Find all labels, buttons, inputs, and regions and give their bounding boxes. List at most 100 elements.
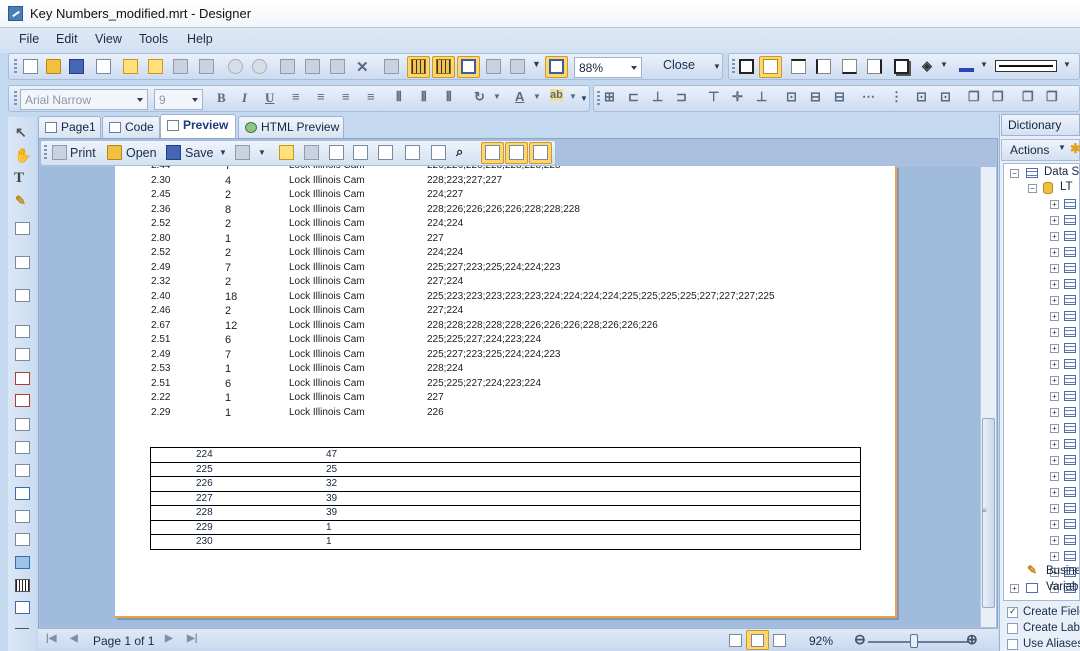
one-page-view-icon[interactable] — [729, 634, 742, 647]
make-same-width-icon[interactable]: ⊟ — [810, 89, 821, 105]
table-icon[interactable] — [1064, 439, 1076, 449]
expand-icon[interactable]: + — [1050, 280, 1059, 289]
align-center-v-icon[interactable]: ✛ — [732, 89, 743, 105]
expand-icon[interactable]: + — [1050, 344, 1059, 353]
select-all-icon[interactable] — [384, 59, 399, 74]
menu-file[interactable]: File — [19, 32, 39, 46]
save-disk-icon[interactable] — [69, 59, 84, 74]
border-top-icon[interactable] — [791, 59, 806, 74]
cross-band-tool-icon[interactable] — [15, 256, 30, 269]
align-right-edge-icon[interactable]: ⊐ — [676, 89, 687, 105]
send-to-back-icon[interactable]: ❐ — [992, 89, 1004, 105]
tree-connection[interactable]: LT — [1060, 181, 1073, 193]
checkbox-tool-icon[interactable] — [15, 510, 30, 523]
align-to-grid-icon[interactable]: ⊞ — [604, 89, 615, 105]
tab-page1[interactable]: Page1 — [38, 116, 101, 138]
align-to-grid-toggle[interactable] — [432, 56, 455, 78]
tab-preview[interactable]: Preview — [160, 114, 236, 139]
dock-dropdown-icon[interactable]: ▼ — [532, 59, 541, 69]
align-center-h-icon[interactable]: ⊥ — [652, 89, 663, 105]
expand-icon[interactable]: + — [1050, 408, 1059, 417]
multiple-pages-toggle[interactable] — [529, 142, 552, 164]
close-button[interactable]: Close — [663, 58, 695, 72]
collapse-icon[interactable]: − — [1010, 169, 1019, 178]
table-icon[interactable] — [1064, 343, 1076, 353]
expand-icon[interactable]: + — [1050, 376, 1059, 385]
delete-icon[interactable]: ✕ — [356, 58, 369, 76]
border-bottom-icon[interactable] — [842, 59, 857, 74]
table-icon[interactable] — [1064, 407, 1076, 417]
table-icon[interactable] — [1064, 247, 1076, 257]
table-icon[interactable] — [1064, 455, 1076, 465]
move-forward-icon[interactable]: ❐ — [1022, 89, 1034, 105]
select-pointer-icon[interactable]: ↖ — [15, 124, 27, 141]
font-color-icon[interactable]: A — [515, 89, 524, 104]
table-icon[interactable] — [1064, 279, 1076, 289]
zoom-in-icon[interactable]: ⊕ — [966, 631, 978, 648]
menu-edit[interactable]: Edit — [56, 32, 78, 46]
table-icon[interactable] — [1064, 487, 1076, 497]
actions-menu-button[interactable]: Actions — [1010, 143, 1049, 157]
print-button[interactable]: Print — [70, 146, 96, 160]
align-bottom-edge-icon[interactable]: ⊥ — [756, 89, 767, 105]
barcode-icon[interactable] — [15, 579, 30, 592]
border-style-dropdown-icon[interactable]: ▼ — [1063, 60, 1071, 69]
single-page-toggle[interactable] — [481, 142, 504, 164]
bold-icon[interactable]: B — [217, 90, 226, 106]
continuous-toggle[interactable] — [505, 142, 528, 164]
expand-icon[interactable]: + — [1050, 424, 1059, 433]
table-icon[interactable] — [1064, 391, 1076, 401]
pan-hand-icon[interactable]: ✋ — [14, 147, 31, 164]
align-left-icon[interactable]: ≡ — [292, 89, 300, 104]
edit-page-icon[interactable] — [329, 145, 344, 160]
new-page-icon[interactable] — [279, 145, 294, 160]
toolbar-grip[interactable] — [14, 91, 17, 107]
toolbar-grip[interactable] — [44, 145, 47, 161]
new-item-icon[interactable]: ✱ — [1070, 141, 1080, 157]
zoom-page-toggle[interactable] — [545, 56, 568, 78]
highlight-dropdown-icon[interactable]: ▼ — [569, 92, 577, 101]
menu-tools[interactable]: Tools — [139, 32, 168, 46]
border-none-toggle[interactable] — [759, 56, 782, 78]
expand-icon[interactable]: + — [1050, 312, 1059, 321]
make-same-size-icon[interactable]: ⊡ — [786, 89, 797, 105]
bring-to-front-icon[interactable]: ❐ — [968, 89, 980, 105]
table-icon[interactable] — [1064, 375, 1076, 385]
tab-html-preview[interactable]: HTML Preview — [238, 116, 344, 138]
order-icon[interactable] — [486, 59, 501, 74]
expand-icon[interactable]: + — [1050, 232, 1059, 241]
italic-icon[interactable]: I — [242, 90, 247, 106]
table-icon[interactable] — [1064, 215, 1076, 225]
table-icon[interactable] — [1064, 535, 1076, 545]
center-horizontally-icon[interactable]: ⊡ — [916, 89, 927, 105]
copy-icon[interactable] — [305, 59, 320, 74]
fill-dropdown-icon[interactable]: ▼ — [940, 60, 948, 69]
zoom-combo[interactable]: 88% — [574, 57, 642, 78]
tree-data-sources[interactable]: Data S — [1044, 166, 1079, 178]
send-email-icon[interactable] — [235, 145, 250, 160]
text-box-tool-icon[interactable] — [15, 372, 30, 385]
font-size-combo[interactable]: 9 — [154, 89, 203, 110]
image-tool-icon[interactable] — [15, 418, 30, 431]
table-icon[interactable] — [1064, 295, 1076, 305]
line-tool-icon[interactable] — [15, 628, 29, 629]
align-justify-icon[interactable]: ≡ — [367, 89, 375, 104]
new-form-icon[interactable] — [148, 59, 163, 74]
expand-icon[interactable]: + — [1050, 296, 1059, 305]
shape-tool-icon[interactable] — [15, 464, 30, 477]
table-icon[interactable] — [1064, 503, 1076, 513]
align-bottom-icon[interactable]: ⦀ — [446, 89, 452, 105]
expand-icon[interactable]: + — [1050, 504, 1059, 513]
expand-icon[interactable]: + — [1050, 552, 1059, 561]
border-all-icon[interactable] — [739, 59, 754, 74]
show-grid-toggle[interactable] — [407, 56, 430, 78]
table-icon[interactable] — [1064, 359, 1076, 369]
table-icon[interactable] — [1064, 423, 1076, 433]
align-middle-icon[interactable]: ⦀ — [421, 89, 427, 105]
new-page-icon[interactable] — [123, 59, 138, 74]
table-icon[interactable] — [1064, 311, 1076, 321]
toolbar-overflow-icon[interactable]: ▼ — [580, 94, 588, 103]
label-tool-icon[interactable] — [15, 533, 30, 546]
page-size-icon[interactable] — [353, 145, 368, 160]
align-top-edge-icon[interactable]: ⊤ — [708, 89, 719, 105]
